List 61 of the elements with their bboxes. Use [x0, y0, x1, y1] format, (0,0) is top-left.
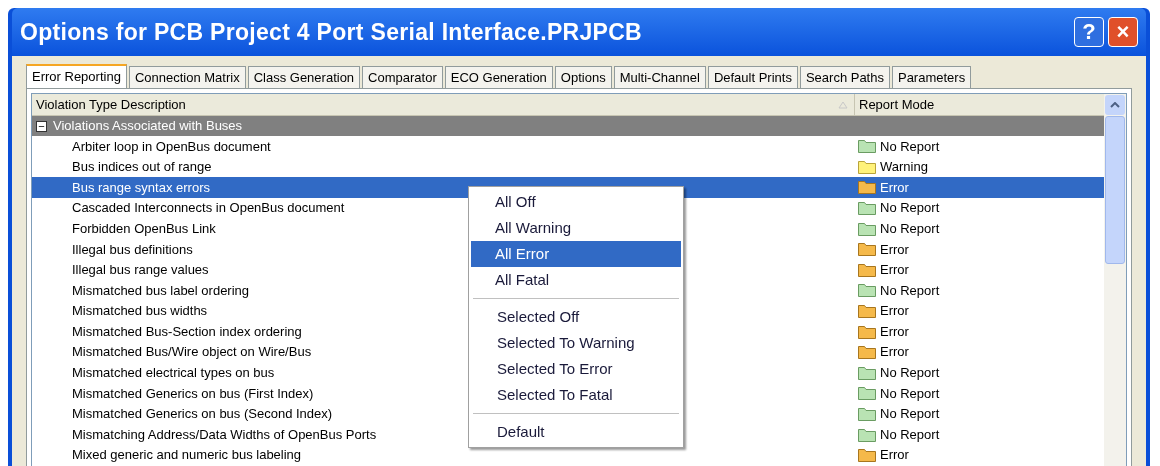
violation-description: Mismatched electrical types on bus [72, 364, 275, 383]
menu-item[interactable]: Selected To Warning [473, 330, 679, 356]
menu-item[interactable]: Default [473, 419, 679, 445]
violation-description: Bus range syntax errors [72, 178, 210, 197]
report-mode: Error [880, 322, 909, 341]
tab[interactable]: Connection Matrix [128, 66, 246, 88]
violation-description: Illegal bus definitions [72, 240, 193, 259]
report-mode: Error [880, 178, 909, 197]
violation-description: Arbiter loop in OpenBus document [72, 137, 271, 156]
window-title: Options for PCB Project 4 Port Serial Interface.PRJPCB [20, 17, 644, 47]
report-mode: Warning [880, 158, 928, 177]
tab[interactable]: ECO Generation [444, 66, 553, 88]
tab[interactable]: Multi-Channel [613, 66, 706, 88]
tab[interactable]: Class Generation [247, 66, 361, 88]
tab[interactable]: Options [554, 66, 612, 88]
menu-item[interactable]: All Fatal [471, 267, 681, 293]
menu-item[interactable]: Selected Off [473, 304, 679, 330]
report-mode: Error [880, 446, 909, 465]
report-mode: Error [880, 240, 909, 259]
tab[interactable]: Error Reporting [26, 64, 127, 88]
report-mode: Error [880, 343, 909, 362]
scrollbar[interactable] [1104, 94, 1126, 466]
column-header[interactable]: Violation Type Description [32, 94, 838, 115]
report-mode: No Report [880, 384, 940, 403]
report-mode: No Report [880, 219, 940, 238]
violation-description: Mismatched Generics on bus (First Index) [72, 384, 314, 403]
violation-description: Mismatched Bus/Wire object on Wire/Bus [72, 343, 312, 362]
scroll-up-button[interactable] [1105, 95, 1125, 115]
violation-description: Mismatched bus label ordering [72, 281, 250, 300]
report-mode: No Report [880, 199, 940, 218]
close-button[interactable]: × [1108, 17, 1138, 47]
group-label: Violations Associated with Buses [53, 117, 243, 136]
collapse-toggle[interactable]: − [36, 120, 47, 132]
violation-description: Mismatched Generics on bus (Second Index) [72, 405, 333, 424]
sort-icon [838, 100, 848, 109]
report-mode: No Report [880, 405, 940, 424]
violation-description: Mismatching Address/Data Widths of OpenBus Ports [72, 425, 377, 444]
menu-item[interactable]: All Warning [471, 215, 681, 241]
violation-description: Cascaded Interconnects in OpenBus document [72, 199, 345, 218]
report-mode: No Report [880, 137, 940, 156]
report-mode: Error [880, 302, 909, 321]
report-mode: Error [880, 261, 909, 280]
report-mode: No Report [880, 364, 940, 383]
violation-description: Forbidden OpenBus Link [72, 219, 216, 238]
violation-description: Mixed generic and numeric bus labeling [72, 446, 302, 465]
tab[interactable]: Parameters [891, 66, 972, 88]
help-button[interactable]: ? [1074, 17, 1104, 47]
menu-item[interactable]: All Error [471, 241, 681, 267]
menu-item[interactable]: Selected To Fatal [473, 382, 679, 408]
report-mode: No Report [880, 425, 940, 444]
violation-description: Bus indices out of range [72, 158, 212, 177]
tab[interactable]: Comparator [362, 66, 443, 88]
violation-description: Mismatched bus widths [72, 302, 208, 321]
violation-description: Mismatched Bus-Section index ordering [72, 322, 302, 341]
scroll-thumb[interactable] [1105, 116, 1125, 264]
violation-description: Illegal bus range values [72, 261, 209, 280]
group-row[interactable]: − Violations Associated with Buses [32, 116, 1104, 136]
tab[interactable]: Search Paths [799, 66, 890, 88]
report-mode: No Report [880, 281, 940, 300]
menu-item[interactable]: Selected To Error [473, 356, 679, 382]
tab[interactable]: Default Prints [707, 66, 798, 88]
